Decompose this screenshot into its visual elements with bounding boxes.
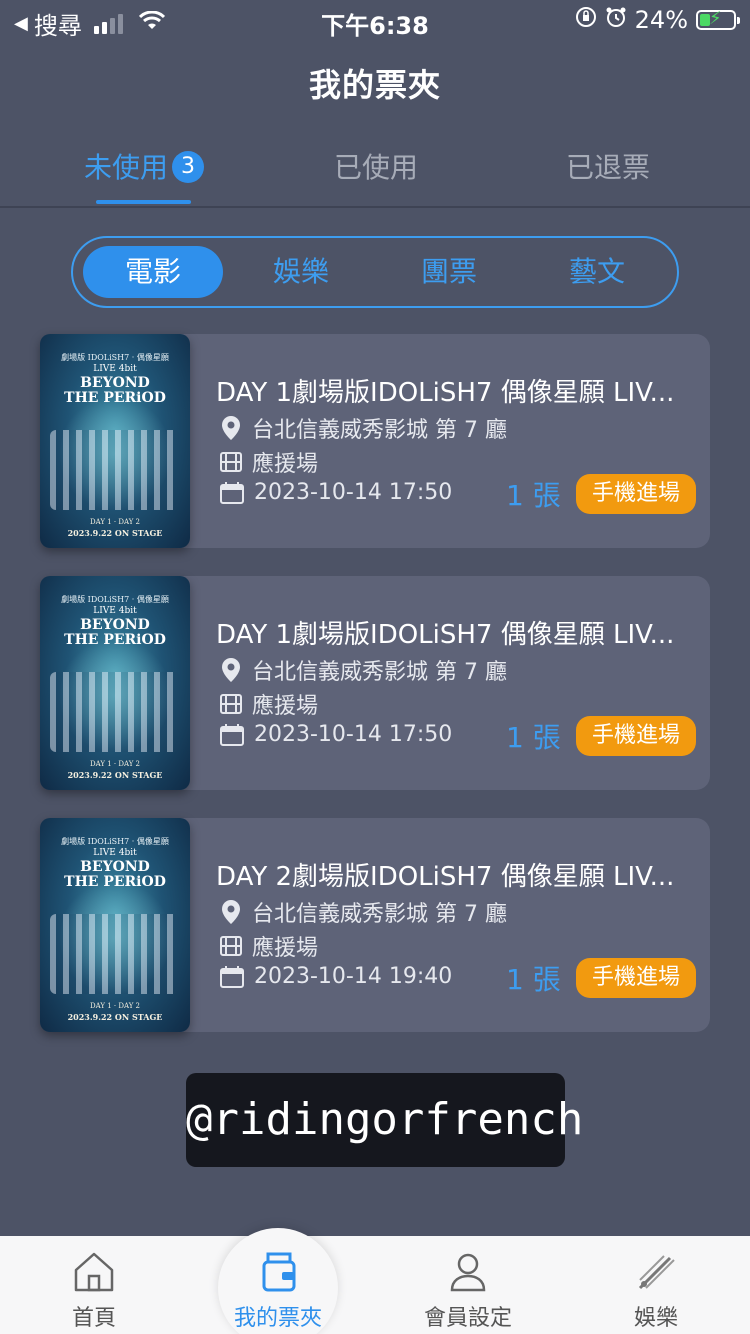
- poster-live-text: LIVE 4bit: [93, 848, 137, 858]
- nav-home-label: 首頁: [71, 1306, 116, 1331]
- location-pin-icon: [222, 900, 240, 924]
- active-tab-indicator: [96, 200, 191, 204]
- mobile-entry-button[interactable]: 手機進場: [576, 716, 696, 756]
- mobile-entry-button[interactable]: 手機進場: [576, 474, 696, 514]
- segment-arts[interactable]: 藝文: [527, 246, 667, 298]
- status-bar: ◀ 搜尋 下午6:38 24% ⚡: [0, 0, 750, 40]
- ticket-card[interactable]: 劇場版 IDOLiSH7 · 偶像星願 LIVE 4bit BEYOND THE …: [40, 334, 710, 548]
- poster-onstage-text: 2023.9.22 ON STAGE: [67, 770, 163, 780]
- home-icon: [74, 1252, 114, 1292]
- poster-onstage-text: 2023.9.22 ON STAGE: [67, 528, 163, 538]
- nav-my-tickets-label: 我的票夾: [233, 1306, 322, 1331]
- ticket-title: DAY 1劇場版IDOLiSH7 偶像星願 LIV...: [216, 620, 675, 650]
- ticket-show-type: 應援場: [220, 688, 318, 720]
- tab-refunded[interactable]: 已退票: [566, 146, 650, 186]
- location-pin-icon: [222, 416, 240, 440]
- film-icon: [220, 452, 242, 472]
- film-icon: [220, 694, 242, 714]
- ticket-show-type: 應援場: [220, 446, 318, 478]
- ticket-show-type: 應援場: [220, 930, 318, 962]
- calendar-icon: [220, 481, 244, 504]
- poster-top-text: 劇場版 IDOLiSH7 · 偶像星願: [61, 837, 169, 846]
- segment-entertainment[interactable]: 娛樂: [231, 246, 371, 298]
- poster-live-text: LIVE 4bit: [93, 364, 137, 374]
- tab-unused[interactable]: 未使用 3: [84, 146, 205, 186]
- status-right: 24% ⚡: [575, 6, 740, 34]
- orientation-lock-icon: [575, 6, 597, 34]
- movie-poster: 劇場版 IDOLiSH7 · 偶像星願 LIVE 4bit BEYOND THE …: [40, 334, 190, 548]
- location-pin-icon: [222, 658, 240, 682]
- entertainment-icon: [638, 1255, 675, 1290]
- nav-member-label: 會員設定: [423, 1306, 512, 1331]
- poster-days-text: DAY 1 · DAY 2: [89, 518, 141, 526]
- poster-onstage-text: 2023.9.22 ON STAGE: [67, 1012, 163, 1022]
- poster-days-text: DAY 1 · DAY 2: [89, 1002, 141, 1010]
- poster-live-text: LIVE 4bit: [93, 606, 137, 616]
- poster-title: BEYOND THE PERiOD: [64, 617, 166, 648]
- ticket-datetime: 2023-10-14 17:50: [220, 480, 452, 505]
- segment-group-ticket[interactable]: 團票: [379, 246, 519, 298]
- ticket-status-tabs: 未使用 3 已使用 已退票: [0, 140, 750, 208]
- ticket-location: 台北信義威秀影城 第 7 廳: [220, 412, 507, 444]
- unused-count-badge: 3: [172, 151, 205, 183]
- wallet-icon: [262, 1252, 296, 1292]
- movie-poster: 劇場版 IDOLiSH7 · 偶像星願 LIVE 4bit BEYOND THE …: [40, 576, 190, 790]
- ticket-card[interactable]: 劇場版 IDOLiSH7 · 偶像星願 LIVE 4bit BEYOND THE …: [40, 818, 710, 1032]
- poster-top-text: 劇場版 IDOLiSH7 · 偶像星願: [61, 353, 169, 362]
- tab-used[interactable]: 已使用: [334, 146, 418, 186]
- ticket-title: DAY 2劇場版IDOLiSH7 偶像星願 LIV...: [216, 862, 675, 892]
- ticket-location: 台北信義威秀影城 第 7 廳: [220, 896, 507, 928]
- calendar-icon: [220, 965, 244, 988]
- ticket-datetime: 2023-10-14 17:50: [220, 722, 452, 747]
- nav-entertainment-label: 娛樂: [633, 1306, 678, 1331]
- tab-unused-label: 未使用: [84, 151, 169, 184]
- watermark-label: @ridingorfrench: [186, 1073, 583, 1167]
- poster-days-text: DAY 1 · DAY 2: [89, 760, 141, 768]
- user-icon: [450, 1253, 486, 1292]
- ticket-title: DAY 1劇場版IDOLiSH7 偶像星願 LIV...: [216, 378, 675, 408]
- movie-poster: 劇場版 IDOLiSH7 · 偶像星願 LIVE 4bit BEYOND THE …: [40, 818, 190, 1032]
- battery-percent: 24%: [634, 6, 688, 34]
- calendar-icon: [220, 723, 244, 746]
- page-title: 我的票夾: [308, 66, 441, 104]
- bottom-navigation: 首頁 會員設定 娛樂: [0, 1236, 750, 1334]
- segment-movie[interactable]: 電影: [83, 246, 223, 298]
- ticket-quantity: 1 張: [506, 479, 561, 512]
- ticket-location: 台北信義威秀影城 第 7 廳: [220, 654, 507, 686]
- battery-icon: ⚡: [696, 8, 740, 30]
- mobile-entry-button[interactable]: 手機進場: [576, 958, 696, 998]
- poster-title: BEYOND THE PERiOD: [64, 859, 166, 890]
- ticket-card[interactable]: 劇場版 IDOLiSH7 · 偶像星願 LIVE 4bit BEYOND THE …: [40, 576, 710, 790]
- ticket-quantity: 1 張: [506, 721, 561, 754]
- alarm-icon: [605, 6, 627, 34]
- film-icon: [220, 936, 242, 956]
- ticket-datetime: 2023-10-14 19:40: [220, 964, 452, 989]
- ticket-quantity: 1 張: [506, 963, 561, 996]
- poster-title: BEYOND THE PERiOD: [64, 375, 166, 406]
- poster-top-text: 劇場版 IDOLiSH7 · 偶像星願: [61, 595, 169, 604]
- category-segment-control: 電影 娛樂 團票 藝文: [71, 236, 679, 308]
